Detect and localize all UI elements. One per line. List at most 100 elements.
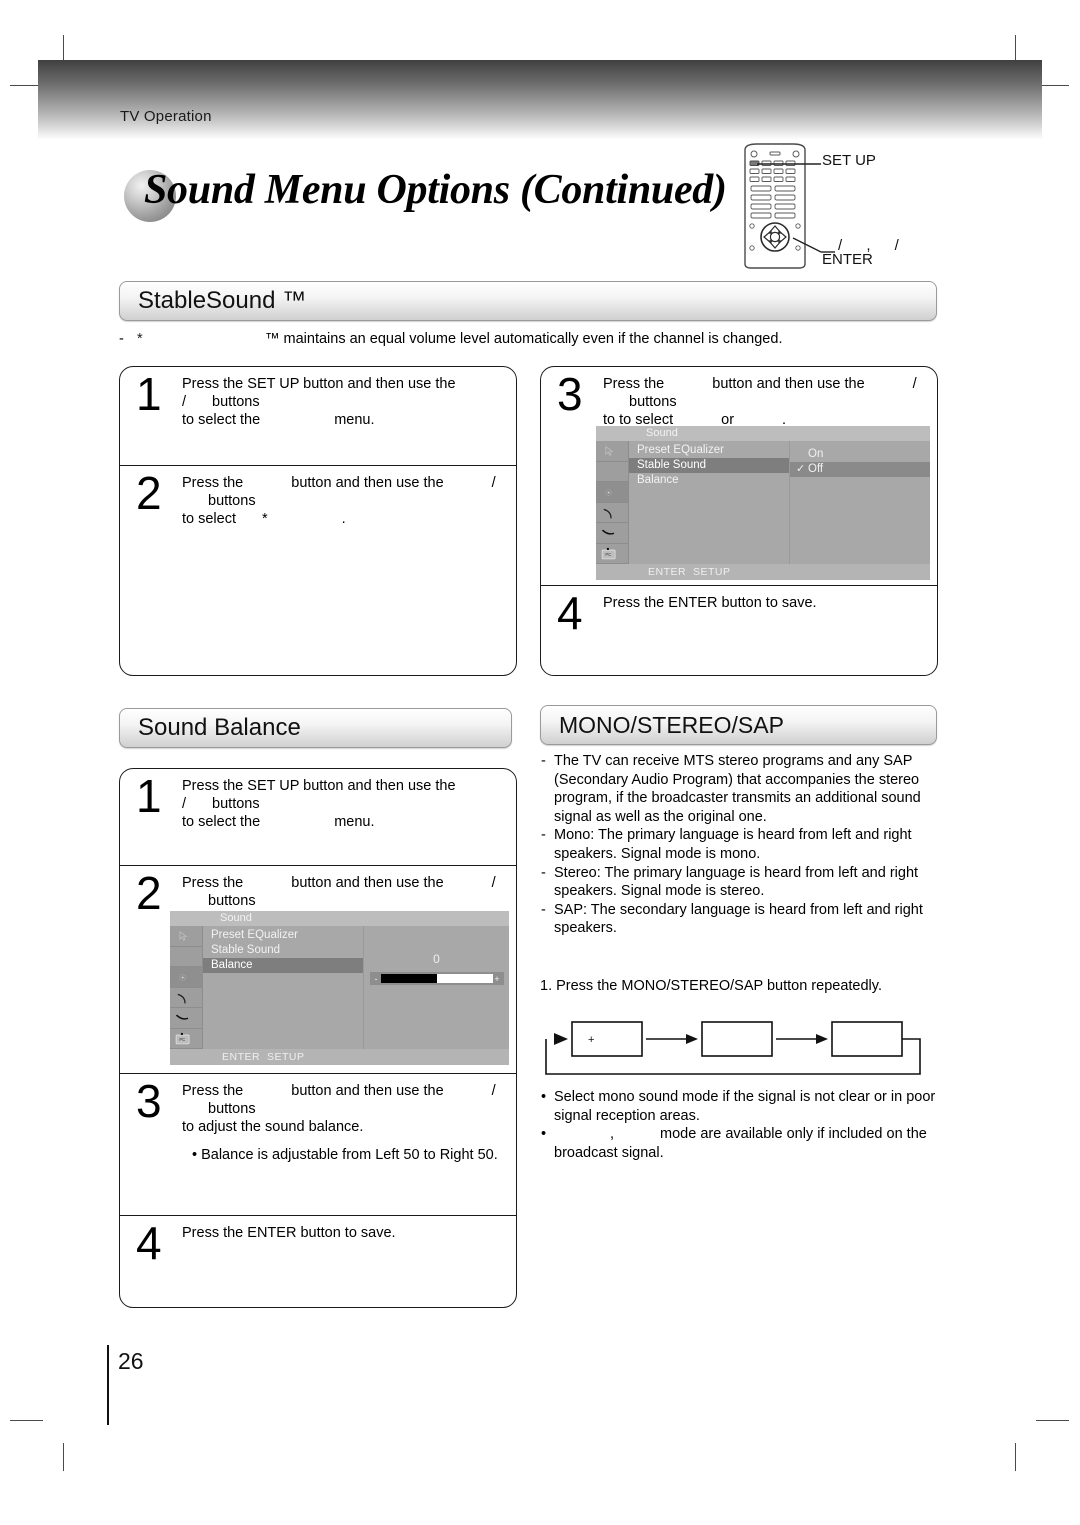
crop-mark-bottom-left-vertical: [63, 1443, 64, 1471]
osd-item-balance[interactable]: Balance: [629, 473, 789, 488]
note-item: Select mono sound mode if the signal is …: [540, 1088, 944, 1125]
osd-item-stable-sound[interactable]: Stable Sound: [203, 943, 363, 958]
step-number: 4: [557, 587, 583, 639]
section-header-mono-stereo-sap-label: MONO/STEREO/SAP: [559, 711, 784, 738]
osd-sidebar-icon-blank[interactable]: [596, 462, 628, 482]
list-item: The TV can receive MTS stereo programs a…: [540, 752, 940, 826]
page-title: Sound Menu Options (Continued): [144, 167, 727, 213]
step-row: 3 Press the button and then use the / butto…: [120, 1073, 516, 1215]
osd-sidebar-icon-swoosh[interactable]: [170, 1008, 202, 1029]
step-text: Press the button and then use the / buttons…: [182, 474, 506, 528]
osd-sidebar-icon-sound[interactable]: [170, 967, 202, 988]
balance-slider[interactable]: - +: [369, 972, 504, 985]
osd-item-list: Preset EQualizer Stable Sound Balance: [629, 441, 790, 564]
step-text-part: /: [912, 376, 917, 392]
slider-minus-icon[interactable]: -: [372, 974, 381, 984]
step-text-part: Press the SET UP button and then use the: [182, 376, 456, 392]
step-text-part: buttons: [212, 394, 260, 410]
note-comma: ,: [610, 1126, 615, 1143]
osd-footer-enter: ENTER: [222, 1051, 261, 1063]
osd-item-stable-sound[interactable]: Stable Sound: [629, 458, 789, 473]
step-text-part: /: [491, 875, 496, 891]
list-item: Mono: The primary language is heard from…: [540, 826, 940, 863]
step-text: Press the ENTER button to save.: [603, 595, 817, 611]
osd-sidebar-icon-blank[interactable]: [170, 947, 202, 967]
slider-track[interactable]: [380, 974, 493, 983]
step-text-part: button and then use the: [291, 475, 444, 491]
osd-footer: ENTER SETUP: [170, 1049, 509, 1065]
osd-sidebar-icon-cursor[interactable]: [596, 441, 628, 462]
stablesound-note-dash: -: [119, 331, 124, 347]
crop-mark-top-right-vertical: [1015, 35, 1016, 63]
step-text-part: to adjust the sound balance.: [182, 1119, 364, 1135]
osd-item-preset-equalizer[interactable]: Preset EQualizer: [203, 928, 363, 943]
step-text: Press the SET UP button and then use the…: [182, 375, 506, 429]
step-number: 1: [136, 770, 162, 822]
osd-item-preset-equalizer[interactable]: Preset EQualizer: [629, 443, 789, 458]
step-row: 2 Press the button and then use the / butto…: [120, 465, 516, 675]
osd-sidebar-icon-cursor[interactable]: [170, 926, 202, 947]
osd-sidebar-icon-sound[interactable]: [596, 482, 628, 503]
step-text-part: *: [262, 511, 268, 527]
stablesound-description: - * ™ maintains an equal volume level auto…: [119, 331, 939, 347]
crop-mark-top-left-vertical: [63, 35, 64, 63]
osd-sidebar: PC: [170, 926, 203, 1049]
osd-footer-setup: SETUP: [692, 566, 731, 578]
osd-sidebar-icon-pc[interactable]: PC: [170, 1029, 202, 1049]
step-row: 1 Press the SET UP button and then use t…: [120, 367, 516, 465]
running-head: TV Operation: [120, 108, 212, 125]
osd-option-off[interactable]: ✓ Off: [790, 462, 930, 477]
osd-item-balance[interactable]: Balance: [203, 958, 363, 973]
osd-item-list: Preset EQualizer Stable Sound Balance: [203, 926, 364, 1049]
osd-footer: ENTER SETUP: [596, 564, 930, 580]
mono-stereo-sap-step: 1. Press the MONO/STEREO/SAP button repe…: [540, 978, 882, 994]
stablesound-note-star: *: [137, 331, 143, 347]
page-header-band: TV Operation: [38, 60, 1042, 140]
osd-sidebar: PC: [596, 441, 629, 564]
step-row: 4 Press the ENTER button to save.: [541, 585, 937, 675]
osd-option-off-label: Off: [808, 463, 824, 475]
step-number: 3: [557, 368, 583, 420]
osd-title: Sound: [596, 426, 930, 441]
step-text-part: /: [182, 796, 187, 812]
step-number: 3: [136, 1075, 162, 1127]
osd-option-on[interactable]: On: [790, 447, 930, 462]
slider-plus-icon[interactable]: +: [493, 974, 502, 984]
step-text-part: Press the: [603, 376, 665, 392]
step-text-part: Press the SET UP button and then use the: [182, 778, 456, 794]
note-item: ,mode are available only if included on …: [540, 1125, 944, 1162]
osd-sidebar-icon-pc[interactable]: PC: [596, 544, 628, 564]
section-header-mono-stereo-sap: MONO/STEREO/SAP: [540, 705, 937, 745]
remote-enter-label: ENTER: [822, 251, 873, 268]
step-text-part: button and then use the: [291, 875, 444, 891]
step-text-part: button and then use the: [712, 376, 865, 392]
svg-text:PC: PC: [605, 552, 611, 557]
osd-sidebar-icon-swoosh[interactable]: [596, 523, 628, 544]
osd-sidebar-icon-curve[interactable]: [170, 988, 202, 1008]
page-number: 26: [118, 1348, 144, 1374]
step-text-part: to select: [182, 511, 236, 527]
crop-mark-bottom-right-vertical: [1015, 1443, 1016, 1471]
step-number: 1: [136, 368, 162, 420]
step-text-part: to select the: [182, 412, 261, 428]
section-header-stablesound-label: StableSound ™: [138, 287, 307, 314]
osd-value-column: On ✓ Off: [790, 441, 930, 564]
step-text-part: buttons: [629, 394, 677, 410]
osd-menu-stablesound[interactable]: Sound PC Preset EQualizer Stable Sound B…: [596, 426, 930, 580]
remote-setup-label: SET UP: [822, 152, 876, 169]
step-text: Press the SET UP button and then use the…: [182, 777, 506, 831]
stablesound-steps-left-panel: 1 Press the SET UP button and then use t…: [119, 366, 517, 676]
osd-value-column: 0 - +: [364, 926, 509, 1049]
step-bullet: • Balance is adjustable from Left 50 to …: [192, 1147, 498, 1163]
step-text-part: .: [341, 511, 346, 527]
section-header-stablesound: StableSound ™: [119, 281, 937, 321]
osd-menu-balance[interactable]: Sound PC Preset EQualizer Stable Sound B…: [170, 911, 509, 1065]
section-header-sound-balance-label: Sound Balance: [138, 714, 301, 741]
svg-text:PC: PC: [179, 1037, 185, 1042]
list-item: Stereo: The primary language is heard fr…: [540, 864, 940, 901]
crop-mark-bottom-left-horizontal: [10, 1420, 43, 1421]
crop-mark-bottom-right-horizontal: [1036, 1420, 1069, 1421]
osd-sidebar-icon-curve[interactable]: [596, 503, 628, 523]
osd-body: PC Preset EQualizer Stable Sound Balance…: [596, 441, 930, 564]
osd-option-on-label: On: [808, 448, 824, 460]
